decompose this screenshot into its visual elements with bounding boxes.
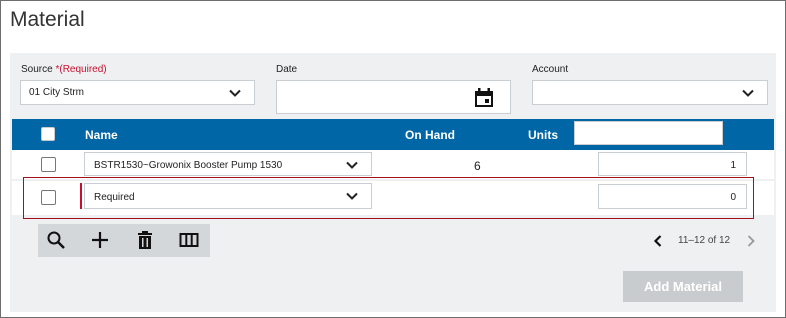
on-hand-value: 6 bbox=[474, 159, 481, 173]
required-indicator-bar bbox=[80, 183, 82, 209]
material-name-value: BSTR1530~Growonix Booster Pump 1530 bbox=[94, 160, 283, 171]
previous-page-icon[interactable] bbox=[651, 234, 665, 248]
source-select[interactable]: 01 City Strm bbox=[20, 80, 255, 105]
units-filter-input[interactable] bbox=[574, 121, 723, 145]
material-form-panel: Source *(Required) 01 City Strm Date Acc… bbox=[10, 53, 776, 312]
columns-icon[interactable] bbox=[177, 228, 201, 252]
table-toolbar bbox=[38, 224, 210, 257]
units-input[interactable]: 0 bbox=[598, 184, 747, 209]
units-input[interactable]: 1 bbox=[598, 152, 747, 176]
add-material-button[interactable]: Add Material bbox=[623, 271, 743, 302]
date-input[interactable] bbox=[276, 80, 511, 114]
source-required-indicator: *(Required) bbox=[55, 64, 107, 75]
page-title: Material bbox=[10, 8, 85, 31]
date-label: Date bbox=[276, 64, 298, 75]
source-label: Source *(Required) bbox=[21, 64, 107, 75]
chevron-down-icon bbox=[345, 158, 359, 172]
row-checkbox[interactable] bbox=[41, 190, 56, 205]
chevron-down-icon bbox=[228, 86, 242, 100]
column-header-units[interactable]: Units bbox=[528, 128, 558, 142]
calendar-icon[interactable] bbox=[474, 88, 494, 108]
chevron-down-icon bbox=[741, 86, 755, 100]
material-panel-frame: Material Source *(Required) 01 City Strm… bbox=[0, 0, 786, 318]
row-checkbox[interactable] bbox=[41, 157, 56, 172]
required-placeholder: Required bbox=[94, 192, 135, 203]
next-page-icon[interactable] bbox=[744, 234, 758, 248]
trash-icon[interactable] bbox=[133, 228, 157, 252]
account-select[interactable] bbox=[532, 80, 768, 105]
search-icon[interactable] bbox=[44, 228, 68, 252]
column-header-on-hand[interactable]: On Hand bbox=[405, 128, 455, 142]
column-header-name[interactable]: Name bbox=[85, 128, 118, 142]
chevron-down-icon bbox=[345, 189, 359, 203]
add-icon[interactable] bbox=[88, 228, 112, 252]
pager-range: 11–12 of 12 bbox=[678, 235, 731, 246]
account-label: Account bbox=[532, 64, 569, 75]
material-name-select[interactable]: BSTR1530~Growonix Booster Pump 1530 bbox=[84, 152, 372, 176]
material-name-select-required[interactable]: Required bbox=[84, 183, 372, 209]
select-all-checkbox[interactable] bbox=[41, 127, 55, 141]
source-value: 01 City Strm bbox=[29, 87, 85, 98]
